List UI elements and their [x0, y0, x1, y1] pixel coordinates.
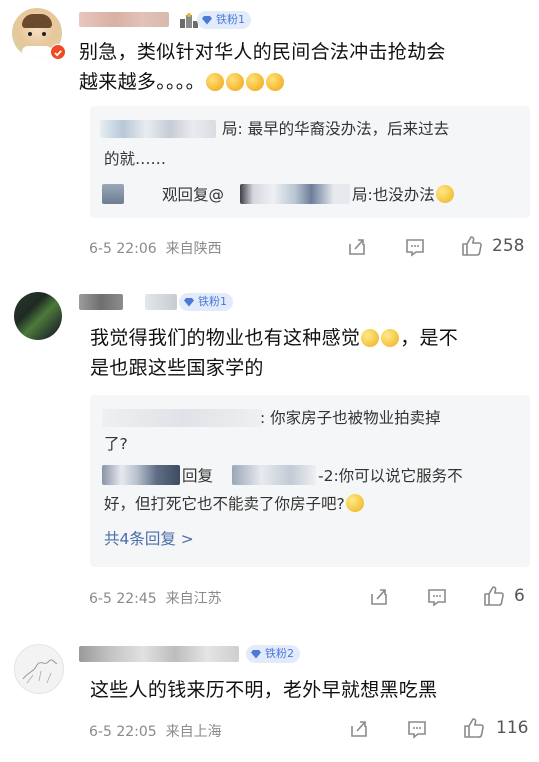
- reply-username[interactable]: [100, 120, 216, 138]
- comment-meta: 6-5 22:06 来自陕西: [89, 241, 222, 257]
- comment-icon: [428, 589, 446, 607]
- like-button[interactable]: 6: [482, 584, 538, 610]
- avatar[interactable]: [14, 644, 64, 694]
- verified-icon: [50, 44, 66, 60]
- like-button[interactable]: 258: [460, 234, 539, 260]
- crying-emoji: [361, 329, 380, 347]
- fan-badge: 铁粉1: [197, 11, 251, 29]
- comment-meta: 6-5 22:45 来自江苏: [89, 591, 222, 607]
- reply-text: 局: 最早的华裔没办法，后来过去: [222, 120, 450, 138]
- fan-badge: 铁粉2: [246, 645, 300, 663]
- thumbs-up-icon: [464, 718, 484, 738]
- username[interactable]: [145, 294, 177, 310]
- laugh-cry-emoji: [205, 73, 224, 91]
- mentioned-user[interactable]: [232, 465, 316, 485]
- reply-text-cont: 好，但打死它也不能卖了你房子吧?: [104, 491, 524, 517]
- comment-button[interactable]: [426, 586, 448, 608]
- reply-text-cont: 的就……: [104, 150, 167, 168]
- comment-text: 这些人的钱来历不明，老外早就想黑吃黑: [90, 679, 438, 701]
- reply-text-cont: 了?: [104, 435, 128, 453]
- avatar[interactable]: [14, 292, 62, 340]
- comment-icon: [406, 239, 424, 257]
- share-button[interactable]: [348, 718, 370, 740]
- laugh-cry-emoji: [435, 185, 454, 203]
- share-icon: [371, 589, 387, 605]
- crying-emoji: [381, 329, 400, 347]
- like-button[interactable]: 116: [462, 716, 538, 742]
- comment-text: 我觉得我们的物业也有这种感觉 ，是不 是也跟这些国家学的: [90, 327, 459, 379]
- reply-text: -2:你可以说它服务不: [318, 467, 463, 485]
- diamond-icon: [184, 298, 194, 307]
- comment-meta: 6-5 22:05 来自上海: [89, 724, 222, 740]
- share-button[interactable]: [346, 236, 368, 258]
- comment-icon: [408, 721, 426, 739]
- comment-text: 别急，类似针对华人的民间合法冲击抢劫会 越来越多。。。。: [79, 41, 446, 93]
- comment-button[interactable]: [406, 718, 428, 740]
- share-button[interactable]: [368, 586, 390, 608]
- reply-username[interactable]: [102, 184, 124, 204]
- reply-username[interactable]: [102, 465, 180, 485]
- crying-emoji: [345, 494, 364, 512]
- thumbs-up-icon: [484, 586, 504, 606]
- fan-badge: 铁粉1: [179, 293, 233, 311]
- more-replies-link[interactable]: 共4条回复 >: [104, 527, 194, 549]
- thumbs-up-icon: [462, 236, 482, 256]
- share-icon: [351, 721, 367, 737]
- share-icon: [349, 239, 365, 255]
- reply-box[interactable]: : 你家房子也被物业拍卖掉 了? 回复 -2:你可以说它服务不 好，但打死它也不…: [90, 395, 530, 567]
- username[interactable]: [79, 12, 169, 27]
- laugh-cry-emoji: [265, 73, 284, 91]
- comment-button[interactable]: [404, 236, 426, 258]
- diamond-icon: [251, 650, 261, 659]
- reply-username[interactable]: [102, 409, 262, 427]
- username[interactable]: [79, 646, 239, 662]
- laugh-cry-emoji: [245, 73, 264, 91]
- mentioned-user[interactable]: [240, 184, 350, 204]
- reply-text: : 你家房子也被物业拍卖掉: [260, 409, 441, 427]
- reply-box[interactable]: 局: 最早的华裔没办法，后来过去 的就…… 观回复@ 局:也没办法: [90, 106, 530, 218]
- laugh-cry-emoji: [225, 73, 244, 91]
- diamond-icon: [202, 16, 212, 25]
- username[interactable]: [79, 294, 123, 310]
- reply-text: 局:也没办法: [352, 182, 527, 208]
